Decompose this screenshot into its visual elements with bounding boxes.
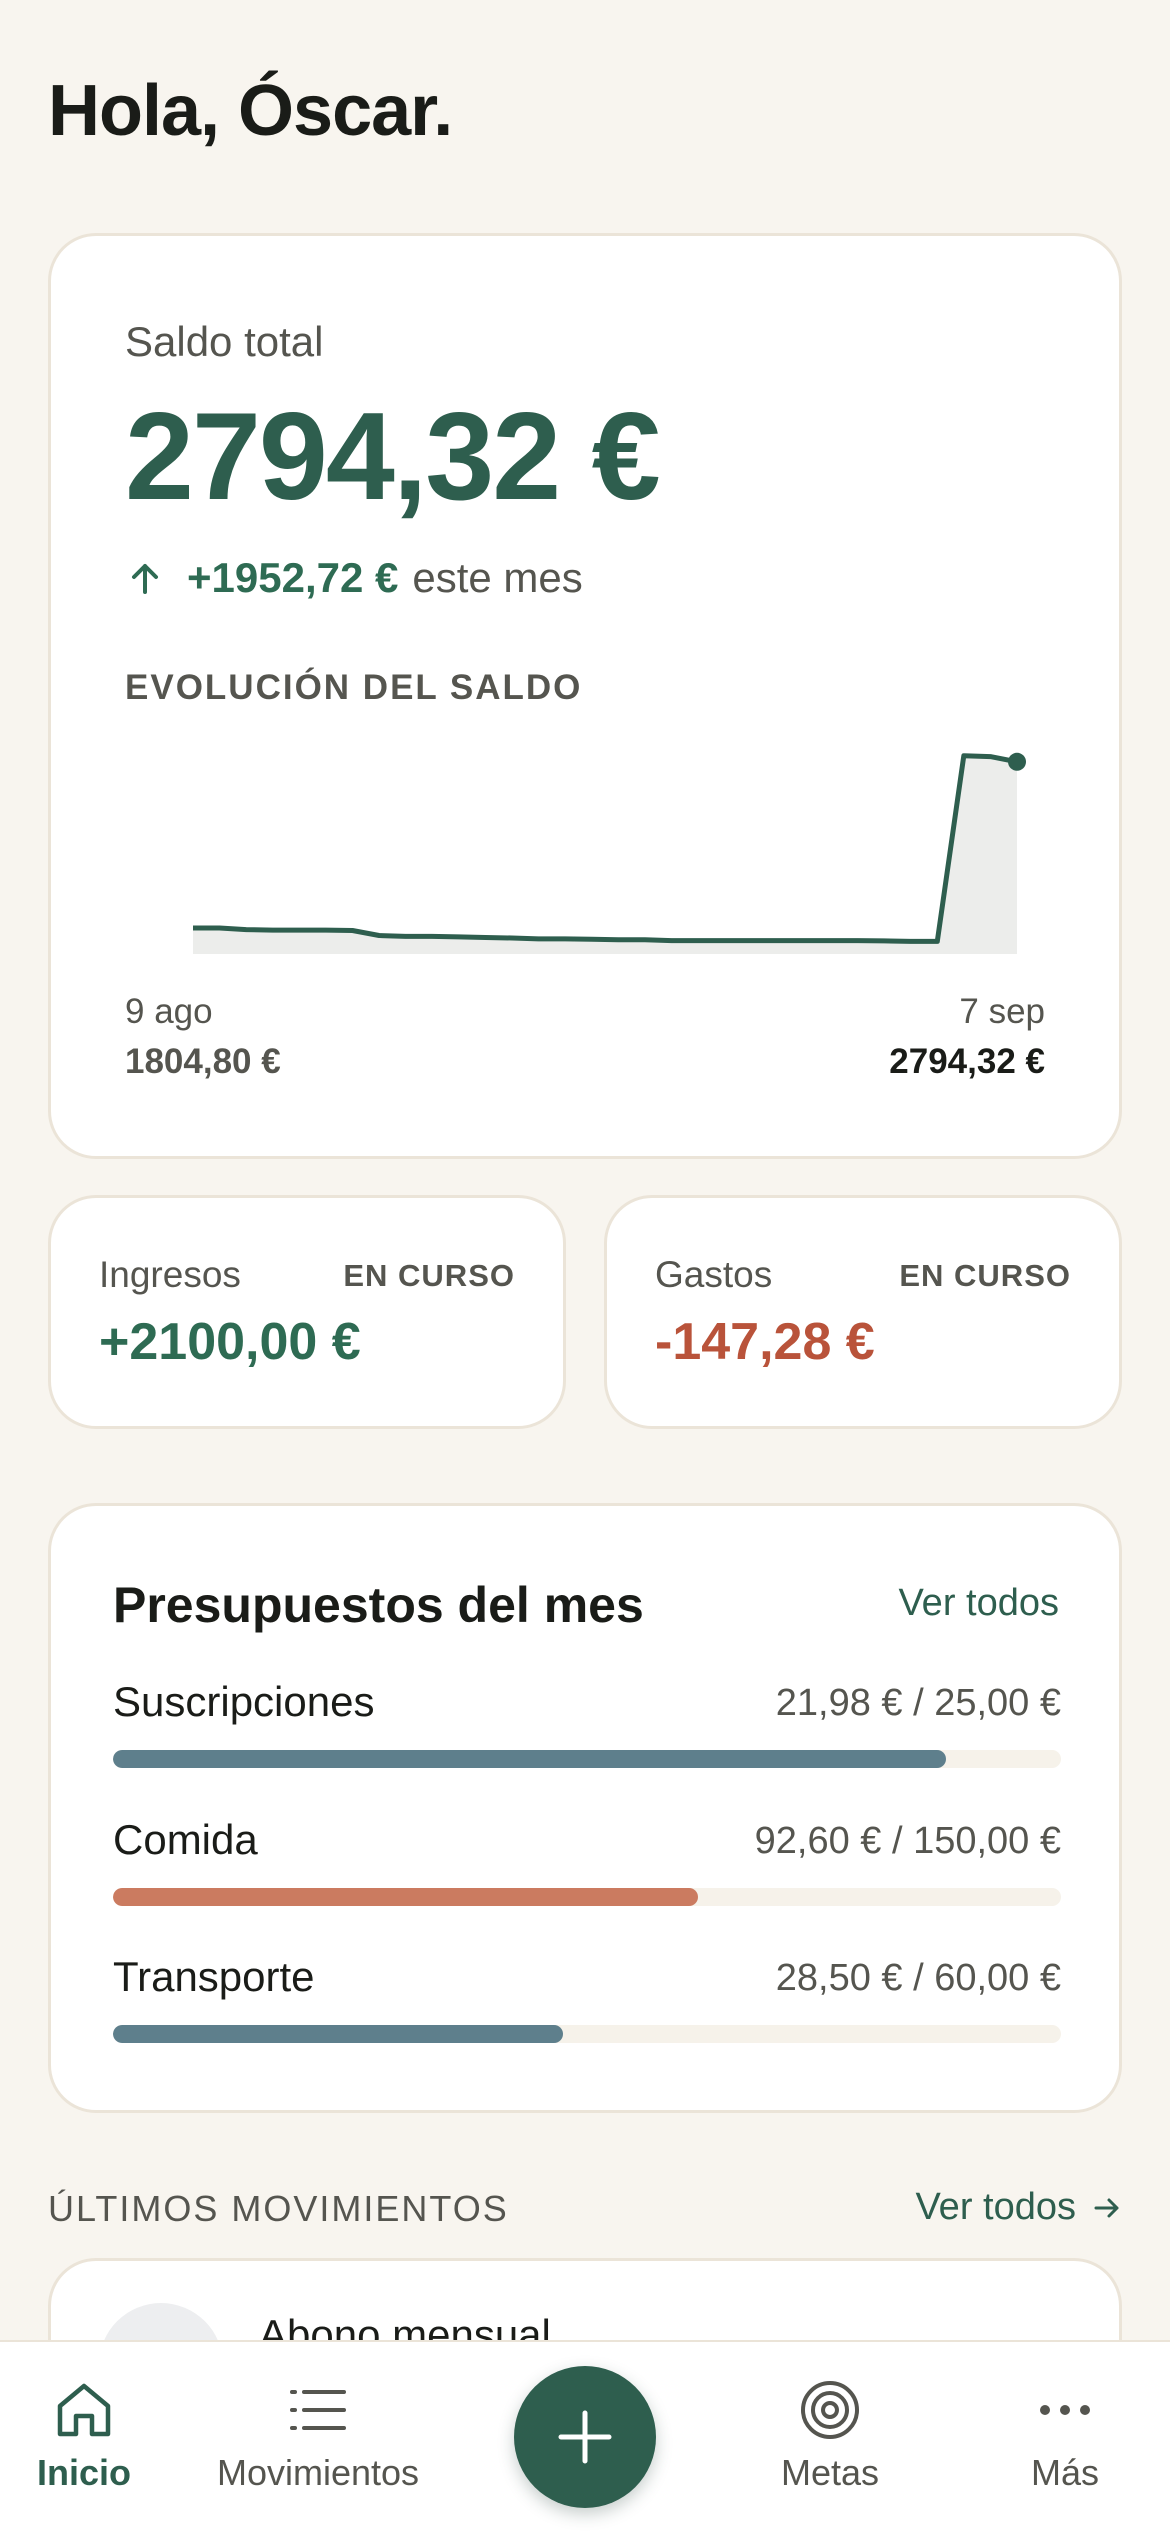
add-movement-button[interactable]	[514, 2366, 656, 2508]
chart-last-point	[1008, 752, 1026, 771]
tab-label: Metas	[780, 2452, 880, 2493]
tab-label: Más	[1030, 2452, 1099, 2493]
budget-row-transporte[interactable]: Transporte 28,50 € / 60,00 €	[113, 1953, 1061, 2053]
expense-status: EN CURSO	[899, 1258, 1071, 1293]
income-label: Ingresos	[99, 1254, 241, 1295]
tab-metas[interactable]: Metas	[770, 2378, 890, 2494]
movements-view-all-link[interactable]: Ver todos	[915, 2186, 1122, 2229]
balance-delta-suffix: este mes	[412, 554, 583, 601]
expense-value: -147,28 €	[655, 1313, 875, 1371]
balance-card: Saldo total 2794,32 € +1952,72 € este me…	[48, 233, 1122, 1159]
budget-name: Suscripciones	[113, 1678, 375, 1725]
chart-start-date: 9 ago	[125, 992, 213, 1031]
budget-progress-fill	[113, 2025, 564, 2043]
income-card[interactable]: Ingresos EN CURSO +2100,00 €	[48, 1195, 566, 1429]
movements-section-title: ÚLTIMOS MOVIMIENTOS	[48, 2188, 509, 2229]
budget-row-comida[interactable]: Comida 92,60 € / 150,00 €	[113, 1816, 1061, 1916]
more-icon	[1040, 2405, 1090, 2415]
budget-progress-track	[113, 2025, 1061, 2043]
income-status: EN CURSO	[343, 1258, 515, 1293]
balance-label: Saldo total	[125, 318, 324, 365]
budgets-card: Presupuestos del mes Ver todos Suscripci…	[48, 1503, 1122, 2113]
balance-delta-value: +1952,72 €	[187, 554, 399, 601]
income-value: +2100,00 €	[99, 1313, 361, 1371]
tab-mas[interactable]: Más	[1010, 2378, 1120, 2494]
chart-end-date: 7 sep	[959, 992, 1045, 1031]
expense-label: Gastos	[655, 1254, 773, 1295]
arrow-right-icon	[1094, 2198, 1119, 2217]
budget-amount: 92,60 € / 150,00 €	[754, 1820, 1061, 1862]
greeting-title: Hola, Óscar.	[48, 71, 453, 151]
chart-line	[193, 753, 1018, 944]
budget-progress-fill	[113, 1750, 947, 1768]
chart-title: EVOLUCIÓN DEL SALDO	[125, 668, 583, 707]
chart-end-value: 2794,32 €	[889, 1042, 1045, 1081]
plus-icon	[558, 2410, 612, 2464]
budget-progress-track	[113, 1750, 1061, 1768]
tab-movimientos[interactable]: Movimientos	[200, 2378, 436, 2494]
home-icon	[57, 2383, 111, 2437]
budgets-view-all-link[interactable]: Ver todos	[898, 1582, 1059, 1625]
tab-label: Inicio	[36, 2452, 131, 2493]
chart-start-value: 1804,80 €	[125, 1042, 281, 1081]
movements-view-all-label: Ver todos	[915, 2186, 1076, 2228]
budget-name: Comida	[113, 1816, 258, 1863]
chart-area	[193, 755, 1017, 954]
balance-value: 2794,32 €	[125, 388, 661, 526]
budget-row-suscripciones[interactable]: Suscripciones 21,98 € / 25,00 €	[113, 1678, 1061, 1778]
arrow-up-icon	[132, 564, 158, 594]
budget-amount: 21,98 € / 25,00 €	[775, 1682, 1061, 1724]
budget-amount: 28,50 € / 60,00 €	[775, 1957, 1061, 1999]
budget-progress-fill	[113, 1888, 699, 1906]
tab-inicio[interactable]: Inicio	[36, 2378, 132, 2494]
budget-name: Transporte	[113, 1953, 315, 2000]
budgets-title: Presupuestos del mes	[113, 1577, 644, 1633]
target-icon	[801, 2381, 859, 2439]
balance-chart	[193, 752, 1026, 954]
list-icon	[290, 2390, 346, 2430]
tab-label: Movimientos	[216, 2452, 420, 2493]
expense-card[interactable]: Gastos EN CURSO -147,28 €	[604, 1195, 1122, 1429]
balance-delta: +1952,72 € este mes	[125, 554, 583, 602]
budget-progress-track	[113, 1888, 1061, 1906]
